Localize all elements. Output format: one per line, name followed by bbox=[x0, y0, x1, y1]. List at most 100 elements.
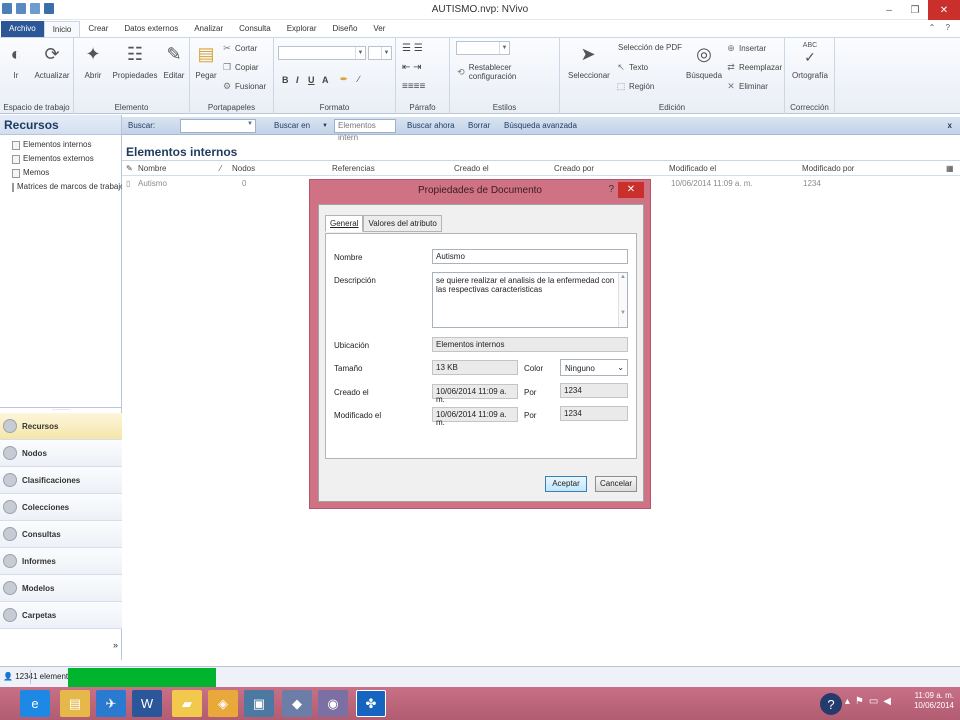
nav-section-models[interactable]: Modelos bbox=[0, 575, 122, 602]
help-button[interactable]: ? bbox=[608, 184, 614, 195]
ribbon-options-icons[interactable]: ⌃ ? bbox=[929, 23, 954, 32]
column-header-created-on[interactable]: Creado el bbox=[454, 164, 489, 173]
clear-button[interactable]: Borrar bbox=[468, 121, 490, 130]
tab-explorar[interactable]: Explorar bbox=[279, 21, 325, 37]
internet-explorer-icon[interactable]: e bbox=[20, 690, 50, 717]
nav-item-framework-matrices[interactable]: Matrices de marcos de trabajo bbox=[0, 180, 125, 194]
tab-ver[interactable]: Ver bbox=[365, 21, 393, 37]
nav-item-memos[interactable]: Memos bbox=[0, 166, 121, 180]
tab-inicio[interactable]: Inicio bbox=[43, 21, 81, 37]
properties-button[interactable]: ☷ Propiedades bbox=[112, 41, 158, 81]
search-in-button[interactable]: Buscar en bbox=[274, 121, 310, 130]
merge-button[interactable]: ⚙ Fusionar bbox=[222, 81, 266, 91]
column-header-nodes[interactable]: Nodos bbox=[232, 164, 255, 173]
column-header-created-by[interactable]: Creado por bbox=[554, 164, 594, 173]
help-icon[interactable]: ? bbox=[820, 693, 842, 715]
nav-more-button[interactable]: » bbox=[0, 640, 122, 660]
column-header-modified-by[interactable]: Modificado por bbox=[802, 164, 854, 173]
description-field[interactable]: se quiere realizar el analisis de la enf… bbox=[432, 272, 628, 328]
tab-general[interactable]: General bbox=[325, 215, 364, 232]
minimize-button[interactable]: – bbox=[876, 0, 902, 20]
ok-button[interactable]: Aceptar bbox=[545, 476, 587, 492]
folder-icon[interactable]: ▰ bbox=[172, 690, 202, 717]
font-name-combo[interactable]: ▼ bbox=[278, 46, 366, 60]
clear-format-icon[interactable]: ∕ bbox=[358, 74, 360, 84]
refresh-button[interactable]: ⟳ Actualizar bbox=[32, 41, 72, 81]
cursor-icon: ➤ bbox=[580, 43, 596, 64]
nav-section-collections[interactable]: Colecciones bbox=[0, 494, 122, 521]
insert-button[interactable]: ⊕ Insertar bbox=[726, 43, 766, 53]
close-button[interactable]: ✕ bbox=[928, 0, 960, 20]
advanced-search-button[interactable]: Búsqueda avanzada bbox=[504, 121, 577, 130]
nav-section-reports[interactable]: Informes bbox=[0, 548, 122, 575]
highlight-icon[interactable]: ✒ bbox=[340, 74, 348, 85]
font-size-combo[interactable]: ▼ bbox=[368, 46, 392, 60]
search-scope-field[interactable]: Elementos intern bbox=[334, 119, 396, 142]
nav-section-nodes[interactable]: Nodos bbox=[0, 440, 122, 467]
column-chooser-icon[interactable]: ▦ bbox=[946, 164, 954, 173]
go-button[interactable]: ◐ Ir bbox=[4, 41, 28, 81]
system-tray[interactable]: ▴⚑▭◀ bbox=[845, 696, 896, 707]
region-selection-button[interactable]: ⬚ Región bbox=[616, 81, 655, 91]
nav-section-sources[interactable]: Recursos bbox=[0, 413, 122, 440]
word-icon[interactable]: W bbox=[132, 690, 162, 717]
column-header-references[interactable]: Referencias bbox=[332, 164, 375, 173]
dialog-close-button[interactable]: ✕ bbox=[618, 182, 644, 198]
cancel-button[interactable]: Cancelar bbox=[595, 476, 637, 492]
column-header-name[interactable]: Nombre bbox=[138, 164, 166, 173]
virtualbox-icon[interactable]: ◆ bbox=[282, 690, 312, 717]
nav-item-externals[interactable]: Elementos externos bbox=[0, 152, 121, 166]
app-icon[interactable]: ✈ bbox=[96, 690, 126, 717]
nav-section-queries[interactable]: Consultas bbox=[0, 521, 122, 548]
nav-section-classifications[interactable]: Clasificaciones bbox=[0, 467, 122, 494]
clock[interactable]: 11:09 a. m. 10/06/2014 bbox=[914, 691, 954, 711]
tab-analizar[interactable]: Analizar bbox=[186, 21, 231, 37]
name-field[interactable]: Autismo bbox=[432, 249, 628, 264]
network-icon[interactable]: ▣ bbox=[244, 690, 274, 717]
chevron-down-icon[interactable]: ▼ bbox=[322, 123, 328, 129]
open-button[interactable]: ✦ Abrir bbox=[80, 41, 106, 81]
close-find-bar-button[interactable]: x bbox=[948, 121, 952, 130]
tab-archivo[interactable]: Archivo bbox=[1, 21, 44, 37]
style-combo[interactable]: ▼ bbox=[456, 41, 510, 55]
spelling-button[interactable]: ABC ✓ Ortografía bbox=[789, 41, 831, 80]
tab-consulta[interactable]: Consulta bbox=[231, 21, 279, 37]
bold-button[interactable]: B bbox=[282, 75, 289, 85]
text-selection-button[interactable]: ↖ Texto bbox=[616, 62, 648, 72]
indent-icon[interactable]: ⇤ ⇥ bbox=[402, 62, 422, 73]
window-title: AUTISMO.nvp: NVivo bbox=[431, 4, 529, 15]
column-header-modified-on[interactable]: Modificado el bbox=[669, 164, 716, 173]
copy-button[interactable]: ❐ Copiar bbox=[222, 62, 259, 72]
select-button[interactable]: ➤ Seleccionar bbox=[568, 41, 610, 81]
tab-diseno[interactable]: Diseño bbox=[324, 21, 365, 37]
reset-settings-button[interactable]: ⟲ Restablecer configuración bbox=[456, 63, 559, 81]
restore-button[interactable]: ❐ bbox=[902, 0, 928, 20]
search-now-button[interactable]: Buscar ahora bbox=[407, 121, 455, 130]
align-icon[interactable]: ≡≡≡≡ bbox=[402, 81, 425, 92]
tab-crear[interactable]: Crear bbox=[80, 21, 116, 37]
color-select[interactable]: Ninguno ⌄ bbox=[560, 359, 628, 376]
tab-attribute-values[interactable]: Valores del atributo bbox=[363, 215, 442, 232]
pdf-selection-button[interactable]: Selección de PDF bbox=[618, 43, 682, 52]
nodes-icon bbox=[3, 446, 17, 460]
find-button[interactable]: ◎ Búsqueda bbox=[684, 41, 724, 81]
replace-button[interactable]: ⇄ Reemplazar bbox=[726, 62, 782, 72]
italic-button[interactable]: I bbox=[296, 75, 299, 85]
bullets-icon[interactable]: ☰ ☰ bbox=[402, 43, 423, 54]
find-input[interactable]: ▼ bbox=[180, 119, 256, 133]
cut-button[interactable]: ✂ Cortar bbox=[222, 43, 257, 53]
browser-icon[interactable]: ◉ bbox=[318, 690, 348, 717]
shield-app-icon[interactable]: ◈ bbox=[208, 690, 238, 717]
insert-icon: ⊕ bbox=[727, 42, 735, 53]
nvivo-icon[interactable]: ✤ bbox=[356, 690, 386, 717]
description-scrollbar[interactable]: ▲ ▼ bbox=[618, 273, 627, 327]
file-explorer-icon[interactable]: ▤ bbox=[60, 690, 90, 717]
delete-button[interactable]: ✕ Eliminar bbox=[726, 81, 768, 91]
font-color-button[interactable]: A bbox=[322, 75, 329, 85]
tab-datos-externos[interactable]: Datos externos bbox=[116, 21, 186, 37]
underline-button[interactable]: U bbox=[308, 75, 315, 85]
edit-button[interactable]: ✎ Editar bbox=[162, 41, 186, 81]
paste-button[interactable]: ▤ Pegar bbox=[194, 41, 218, 81]
nav-item-internals[interactable]: Elementos internos bbox=[0, 138, 121, 152]
nav-section-folders[interactable]: Carpetas bbox=[0, 602, 122, 629]
